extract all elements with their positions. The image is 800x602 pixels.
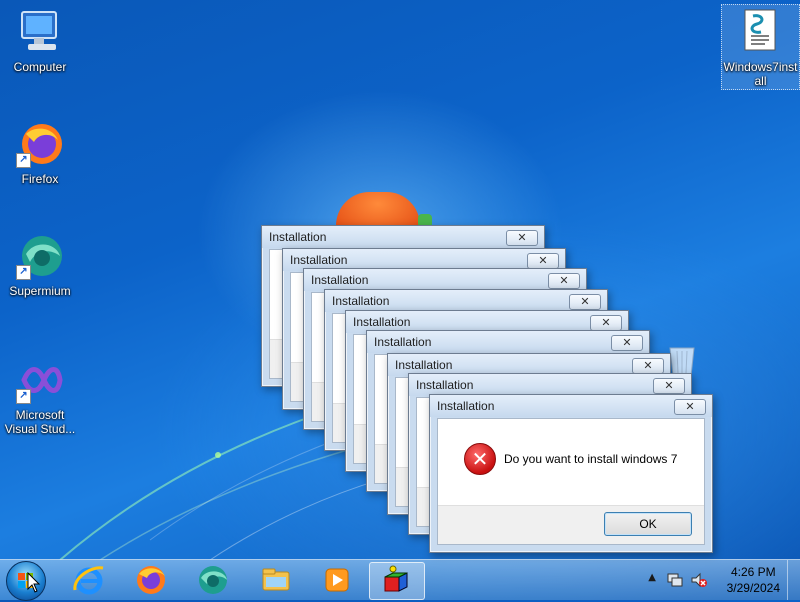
close-button[interactable]: ✕ xyxy=(527,253,559,269)
close-button[interactable]: ✕ xyxy=(653,378,685,394)
close-button[interactable]: ✕ xyxy=(632,358,664,374)
show-desktop-button[interactable] xyxy=(787,560,800,600)
show-hidden-icons-icon[interactable]: ▲ xyxy=(648,572,656,583)
dialog-titlebar[interactable]: Installation ✕ xyxy=(304,269,586,291)
dialog-title: Installation xyxy=(269,230,327,244)
desktop-icon-computer[interactable]: Computer xyxy=(4,8,76,74)
taskbar-media-player[interactable] xyxy=(310,562,364,598)
dialog-titlebar[interactable]: Installation ✕ xyxy=(367,331,649,353)
volume-muted-icon[interactable] xyxy=(690,571,708,589)
dialog-titlebar[interactable]: Installation ✕ xyxy=(325,290,607,312)
dialog-title: Installation xyxy=(353,315,411,329)
dialog-title: Installation xyxy=(311,273,369,287)
dialog-footer: OK xyxy=(438,505,704,544)
close-button[interactable]: ✕ xyxy=(590,315,622,331)
firefox-icon xyxy=(137,566,165,594)
desktop-icon-label: Microsoft Visual Stud... xyxy=(4,408,76,436)
computer-icon xyxy=(16,8,64,56)
shortcut-arrow-icon: ↗ xyxy=(16,153,31,168)
desktop-icon-label: Computer xyxy=(13,60,67,74)
desktop-icon-label: Firefox xyxy=(21,172,59,186)
ok-button[interactable]: OK xyxy=(604,512,692,536)
dialog-title: Installation xyxy=(290,253,348,267)
media-player-icon xyxy=(325,568,349,592)
supermium-icon: ↗ xyxy=(16,232,64,280)
dialog-titlebar[interactable]: Installation ✕ xyxy=(430,395,712,417)
dialog-title: Installation xyxy=(395,358,453,372)
dialog-titlebar[interactable]: Installation ✕ xyxy=(262,226,544,248)
desktop-icon-visual-studio[interactable]: ↗ Microsoft Visual Stud... xyxy=(2,356,78,436)
clock[interactable]: 4:26 PM 3/29/2024 xyxy=(727,564,780,596)
desktop-icon-label: Supermium xyxy=(9,284,71,298)
close-button[interactable]: ✕ xyxy=(548,273,580,289)
dialog-title: Installation xyxy=(437,399,495,413)
taskbar-supermium[interactable] xyxy=(186,562,240,598)
active-app-icon xyxy=(384,565,408,592)
close-button[interactable]: ✕ xyxy=(506,230,538,246)
dialog-title: Installation xyxy=(416,378,474,392)
taskbar-active-app[interactable] xyxy=(369,562,425,600)
close-button[interactable]: ✕ xyxy=(674,399,706,415)
shortcut-arrow-icon: ↗ xyxy=(16,265,31,280)
close-button[interactable]: ✕ xyxy=(569,294,601,310)
taskbar-file-explorer[interactable] xyxy=(248,562,302,598)
file-explorer-icon xyxy=(262,568,290,591)
dialog-title: Installation xyxy=(332,294,390,308)
error-icon: ✕ xyxy=(464,443,496,475)
network-icon[interactable] xyxy=(666,571,684,589)
desktop-icon-supermium[interactable]: ↗ Supermium xyxy=(4,232,76,298)
installation-dialog[interactable]: Installation ✕ ✕ Do you want to install … xyxy=(429,394,713,553)
clock-date: 3/29/2024 xyxy=(726,581,780,595)
dialog-titlebar[interactable]: Installation ✕ xyxy=(409,374,691,396)
dialog-message: Do you want to install windows 7 xyxy=(504,452,678,466)
dialog-body: ✕ Do you want to install windows 7 OK xyxy=(437,418,705,545)
close-button[interactable]: ✕ xyxy=(611,335,643,351)
supermium-icon xyxy=(199,566,227,594)
script-file-icon xyxy=(737,8,785,56)
dialog-title: Installation xyxy=(374,335,432,349)
clock-time: 4:26 PM xyxy=(730,565,776,579)
desktop-icon-windows7install[interactable]: Windows7install xyxy=(721,4,800,90)
internet-explorer-icon xyxy=(73,566,104,595)
desktop-icon-label: Windows7install xyxy=(723,60,798,88)
desktop-icon-firefox[interactable]: ↗ Firefox xyxy=(4,120,76,186)
mouse-cursor-icon xyxy=(27,572,41,593)
taskbar: ▲ 4:26 PM 3/29/2024 xyxy=(0,559,800,601)
firefox-icon: ↗ xyxy=(16,120,64,168)
taskbar-firefox[interactable] xyxy=(124,562,178,598)
visual-studio-icon: ↗ xyxy=(16,356,64,404)
taskbar-internet-explorer[interactable] xyxy=(62,562,116,598)
shortcut-arrow-icon: ↗ xyxy=(16,389,31,404)
